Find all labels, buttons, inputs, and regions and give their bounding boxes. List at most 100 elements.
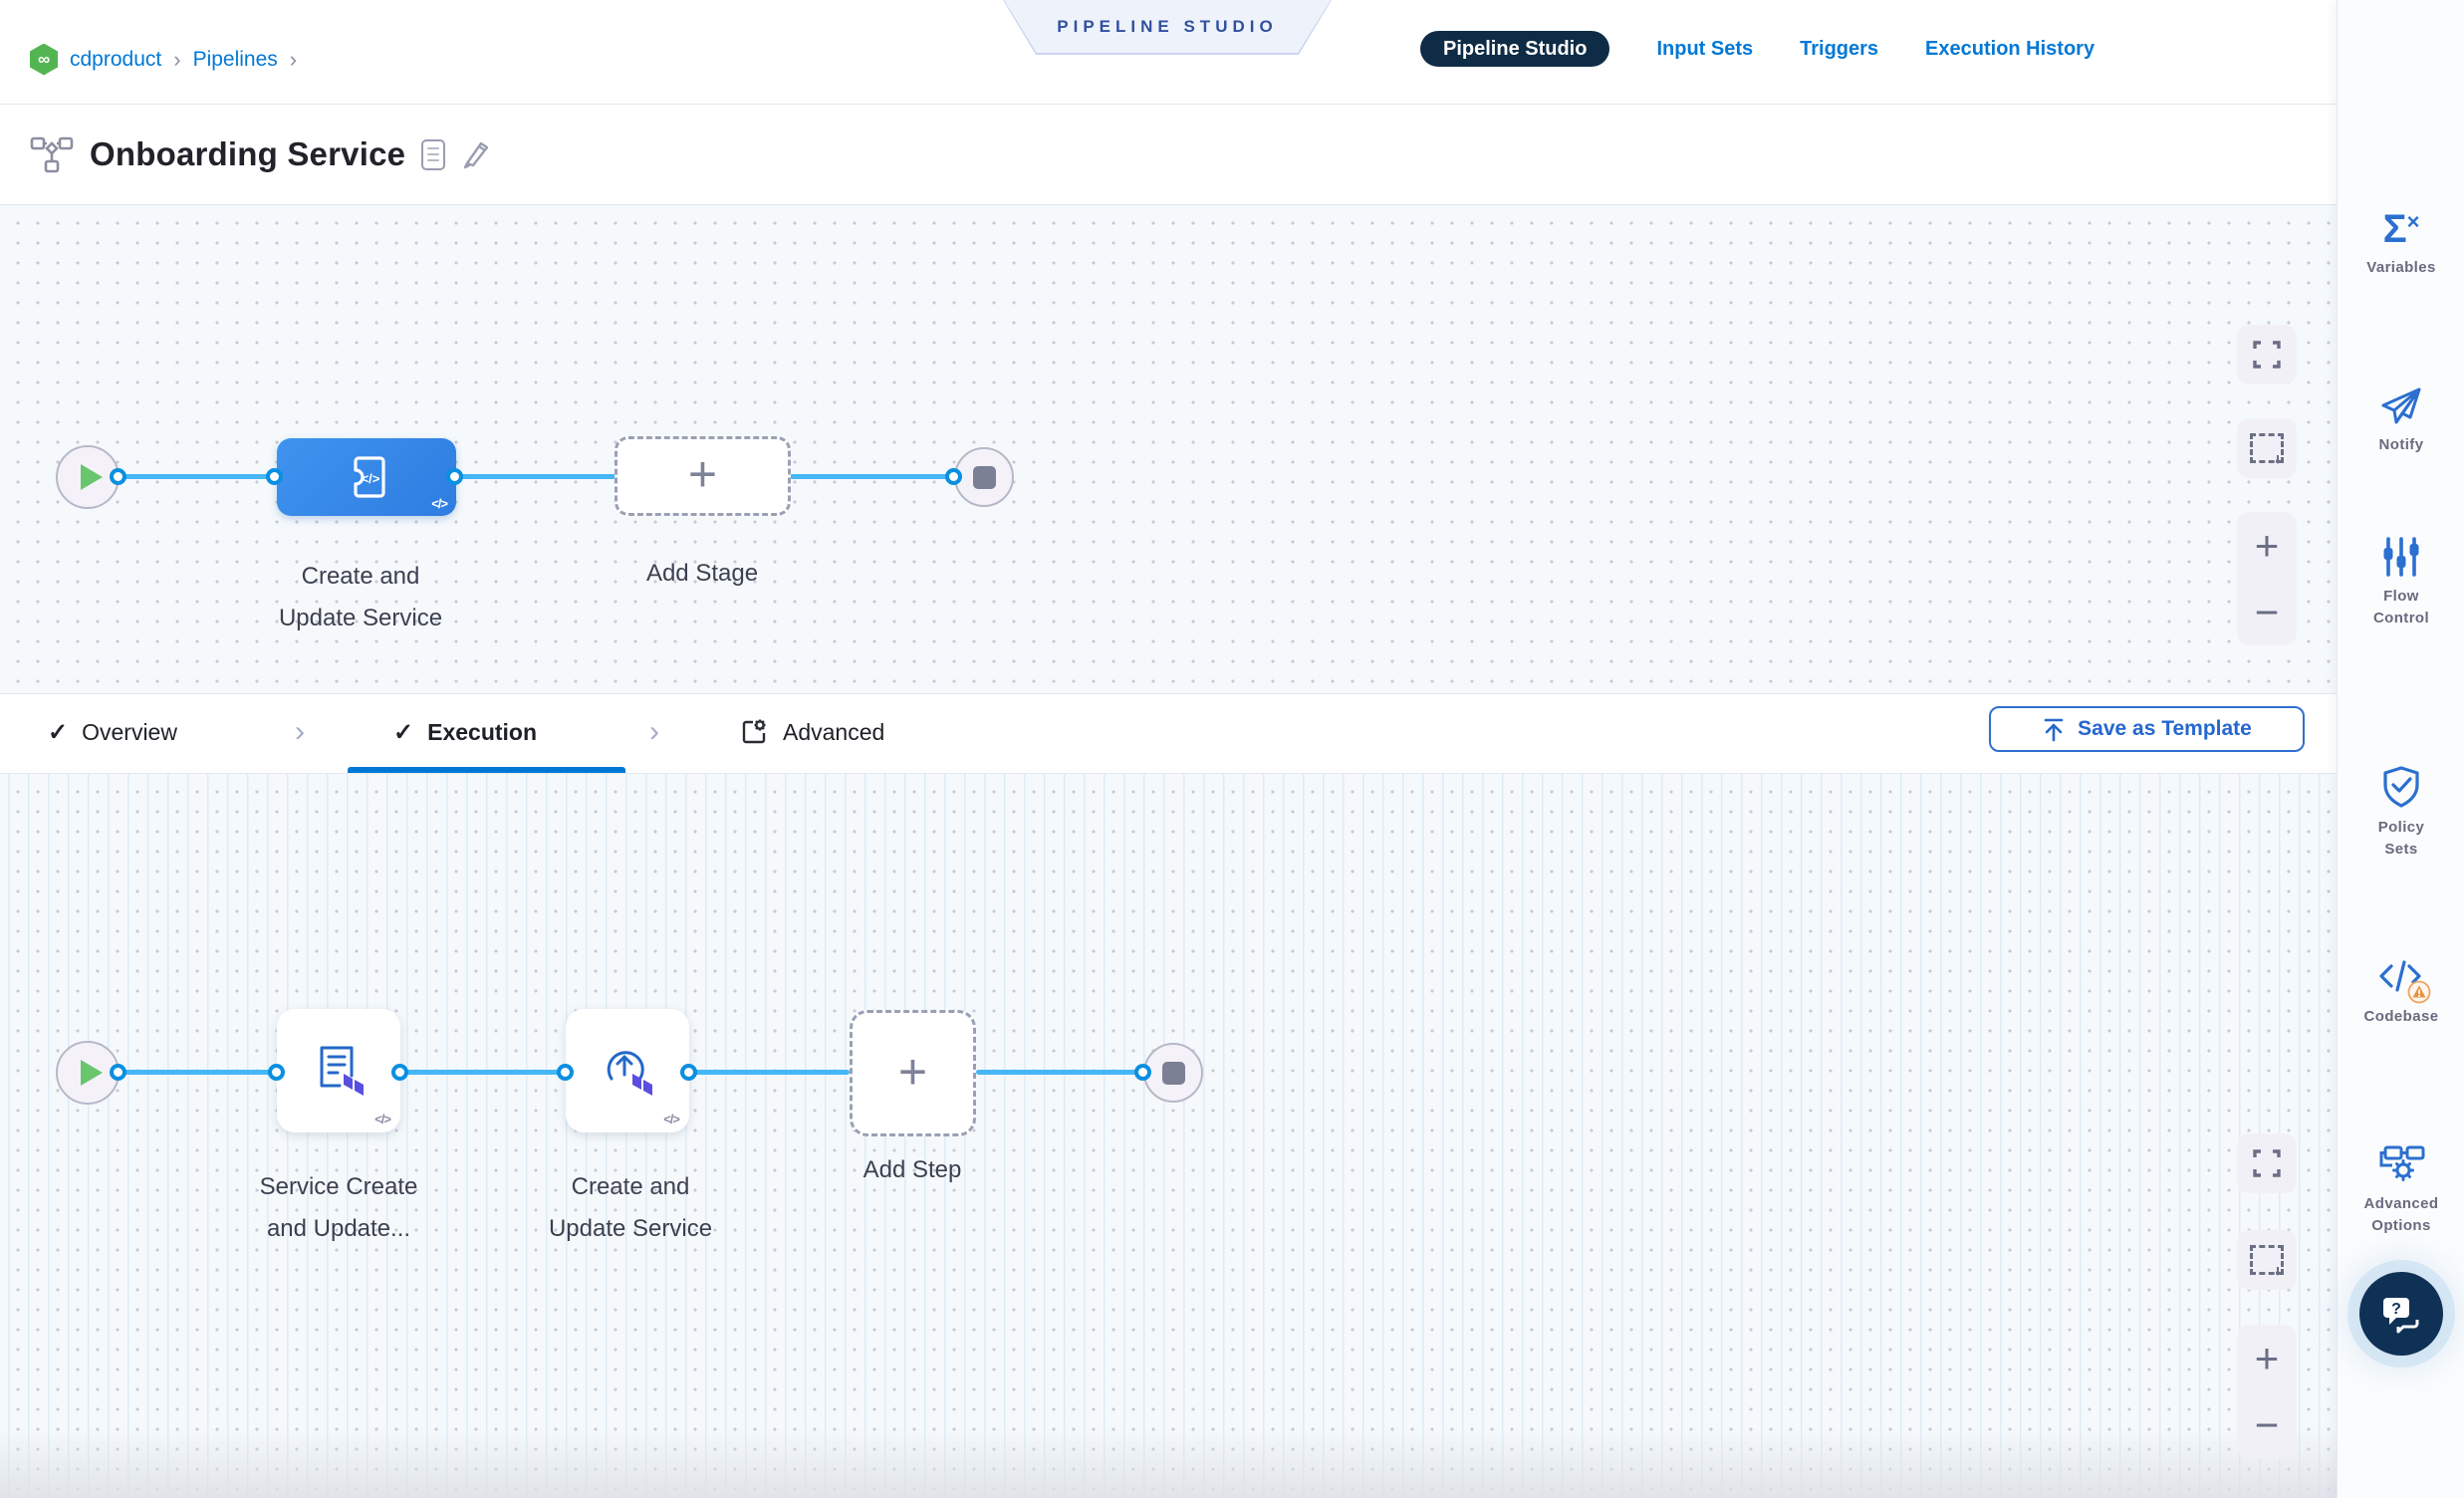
upload-icon — [2042, 716, 2066, 742]
stage-tab-bar: ✓ Overview › ✓ Execution › Advanced — [0, 693, 2337, 774]
node-port[interactable] — [266, 468, 283, 485]
multi-select-button[interactable] — [2237, 418, 2297, 478]
connector-wire — [122, 474, 273, 479]
variables-sigma-icon: Σ × — [2383, 209, 2420, 249]
sidebar-item-variables[interactable]: Σ × Variables — [2338, 209, 2464, 279]
logo-glyph: ∞ — [38, 50, 50, 70]
tab-input-sets[interactable]: Input Sets — [1656, 38, 1753, 61]
selection-icon — [2250, 1245, 2284, 1275]
breadcrumb-separator: › — [173, 47, 180, 73]
sidebar-item-policy-sets[interactable]: Policy Sets — [2338, 765, 2464, 861]
top-nav: Pipeline Studio Input Sets Triggers Exec… — [1420, 31, 2094, 67]
stop-icon — [973, 466, 996, 489]
tab-advanced[interactable]: Advanced — [739, 694, 884, 770]
save-as-template-button[interactable]: Save as Template — [1989, 706, 2305, 752]
tab-execution-history[interactable]: Execution History — [1925, 38, 2094, 61]
step-node-service-create-and-update[interactable]: </> — [277, 1009, 400, 1132]
fullscreen-button[interactable] — [2237, 1133, 2297, 1193]
sidebar-item-advanced-options[interactable]: Advanced Options — [2338, 1143, 2464, 1237]
chat-question-icon: ? — [2379, 1294, 2423, 1334]
sidebar-item-notify[interactable]: Notify — [2338, 386, 2464, 456]
connector-wire — [122, 1070, 271, 1075]
codebase-code-icon — [2377, 958, 2425, 998]
connector-wire — [976, 1070, 1137, 1075]
tab-overview[interactable]: ✓ Overview — [48, 694, 177, 770]
stop-icon — [1162, 1062, 1185, 1085]
custom-stage-icon: </> — [341, 452, 392, 502]
selection-icon — [2250, 433, 2284, 463]
tab-chevron-icon: › — [649, 694, 659, 770]
right-tool-rail: Σ × Variables Notify Fl — [2337, 0, 2464, 1498]
zoom-in-button[interactable]: + — [2237, 1325, 2297, 1391]
save-as-template-label: Save as Template — [2078, 717, 2252, 741]
zoom-out-button[interactable]: − — [2237, 579, 2297, 645]
tab-execution[interactable]: ✓ Execution — [393, 694, 537, 770]
node-port[interactable] — [110, 468, 126, 485]
node-port[interactable] — [1134, 1064, 1151, 1081]
sidebar-item-flow-control[interactable]: Flow Control — [2338, 536, 2464, 629]
plus-icon: + — [898, 1047, 927, 1097]
rollout-step-icon — [597, 1042, 658, 1100]
top-header: ∞ cdproduct › Pipelines › PIPELINE STUDI… — [0, 0, 2337, 105]
node-port[interactable] — [446, 468, 463, 485]
fullscreen-button[interactable] — [2237, 325, 2297, 384]
node-port[interactable] — [557, 1064, 574, 1081]
connector-wire — [404, 1070, 562, 1075]
code-badge: </> — [374, 1112, 390, 1126]
add-stage-button[interactable]: + — [615, 436, 791, 516]
plus-icon: + — [688, 449, 717, 499]
tab-chevron-icon: › — [295, 694, 305, 770]
check-icon: ✓ — [48, 718, 68, 747]
pipeline-studio-badge: PIPELINE STUDIO — [1003, 0, 1332, 55]
node-port[interactable] — [391, 1064, 408, 1081]
node-port[interactable] — [268, 1064, 285, 1081]
node-port[interactable] — [110, 1064, 126, 1081]
breadcrumb-project-link[interactable]: cdproduct — [70, 48, 161, 72]
advanced-options-icon — [2377, 1143, 2425, 1185]
end-node[interactable] — [954, 447, 1014, 507]
multi-select-button[interactable] — [2237, 1230, 2297, 1290]
breadcrumb-pipelines-link[interactable]: Pipelines — [193, 48, 278, 72]
policy-shield-icon — [2381, 765, 2421, 809]
harness-cd-logo-icon: ∞ — [30, 44, 58, 76]
zoom-in-button[interactable]: + — [2237, 512, 2297, 579]
code-badge: </> — [431, 496, 447, 511]
stage-node-create-and-update-service[interactable]: </> </> — [277, 438, 456, 516]
add-step-button[interactable]: + — [850, 1010, 976, 1136]
connector-wire — [790, 474, 949, 479]
step-node-create-and-update-service[interactable]: </> — [566, 1009, 689, 1132]
stage-canvas[interactable]: </> </> + Create and Update Service Add … — [0, 205, 2337, 693]
terraform-manifest-step-icon — [308, 1042, 370, 1100]
help-chat-button[interactable]: ? — [2359, 1272, 2443, 1356]
title-bar: Onboarding Service VISUAL YAML Save Disc… — [0, 105, 2337, 205]
pipeline-studio-badge-text: PIPELINE STUDIO — [1057, 17, 1277, 37]
active-tab-underline — [348, 767, 625, 773]
stage-label: Create and Update Service — [211, 556, 510, 639]
sidebar-item-codebase[interactable]: Codebase — [2338, 958, 2464, 1028]
codebase-warning-badge-icon — [2407, 980, 2431, 1004]
breadcrumb: ∞ cdproduct › Pipelines › — [30, 0, 297, 105]
add-step-label: Add Step — [813, 1149, 1012, 1191]
execution-canvas[interactable]: </> </> + Service Create and Update... — [0, 774, 2337, 1498]
svg-text:</>: </> — [362, 471, 380, 486]
pipeline-graph-icon — [30, 135, 74, 173]
description-doc-icon[interactable] — [421, 139, 445, 170]
tab-pipeline-studio[interactable]: Pipeline Studio — [1420, 31, 1609, 67]
play-icon — [81, 1060, 103, 1086]
connector-wire — [693, 1070, 850, 1075]
step-label: Create and Update Service — [481, 1166, 780, 1250]
node-port[interactable] — [680, 1064, 697, 1081]
edit-pencil-icon[interactable] — [461, 139, 491, 169]
pipeline-studio-page: ∞ cdproduct › Pipelines › PIPELINE STUDI… — [0, 0, 2464, 1498]
zoom-controls: + − — [2237, 1325, 2297, 1458]
end-node[interactable] — [1143, 1043, 1203, 1103]
page-title: Onboarding Service — [90, 135, 405, 173]
step-label: Service Create and Update... — [189, 1166, 488, 1250]
fullscreen-icon — [2251, 339, 2283, 371]
zoom-out-button[interactable]: − — [2237, 1391, 2297, 1458]
breadcrumb-separator: › — [290, 47, 297, 73]
notify-send-icon — [2380, 386, 2422, 426]
question-glyph: ? — [2391, 1301, 2401, 1318]
tab-triggers[interactable]: Triggers — [1800, 38, 1878, 61]
node-port[interactable] — [945, 468, 962, 485]
